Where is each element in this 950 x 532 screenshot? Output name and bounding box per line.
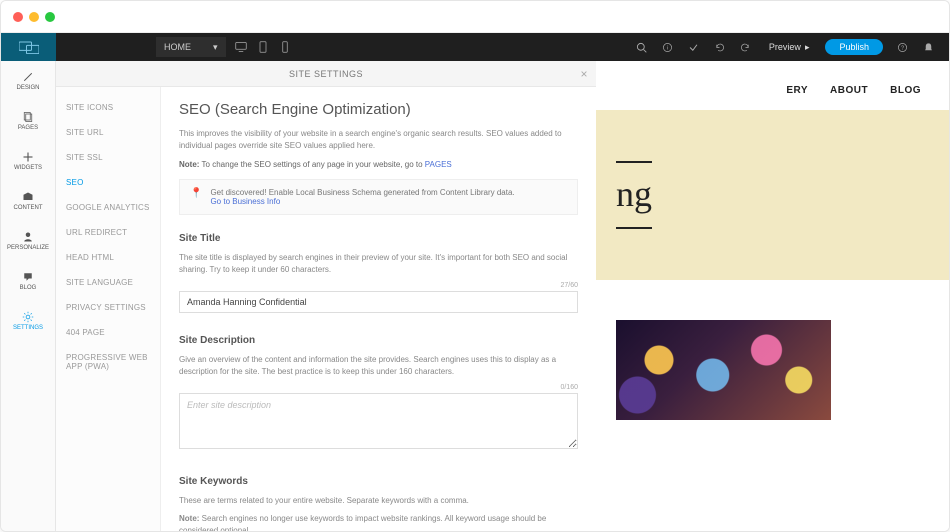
settings-nav-privacy-settings[interactable]: PRIVACY SETTINGS: [56, 295, 160, 320]
site-nav-item[interactable]: ABOUT: [830, 85, 868, 96]
left-nav: DESIGN PAGES WIDGETS CONTENT PERSONALIZE…: [1, 61, 56, 531]
page-selector-label: HOME: [164, 42, 191, 52]
chevron-down-icon: ▾: [213, 42, 218, 53]
settings-nav-site-ssl[interactable]: SITE SSL: [56, 145, 160, 170]
site-title-help: The site title is displayed by search en…: [179, 252, 578, 276]
settings-nav-404-page[interactable]: 404 PAGE: [56, 320, 160, 345]
site-description-input[interactable]: [179, 393, 578, 449]
nav-personalize[interactable]: PERSONALIZE: [1, 221, 55, 261]
topbar-right: i Preview ▸ Publish ?: [629, 33, 949, 61]
nav-pages[interactable]: PAGES: [1, 101, 55, 141]
site-title-block: Site Title The site title is displayed b…: [179, 233, 578, 313]
svg-text:i: i: [667, 45, 668, 51]
settings-nav-head-html[interactable]: HEAD HTML: [56, 245, 160, 270]
device-tablet[interactable]: [252, 37, 274, 57]
settings-nav-site-url[interactable]: SITE URL: [56, 120, 160, 145]
device-desktop[interactable]: [230, 37, 252, 57]
main: DESIGN PAGES WIDGETS CONTENT PERSONALIZE…: [1, 61, 949, 531]
seo-intro: This improves the visibility of your web…: [179, 128, 578, 152]
panel-body: SITE ICONS SITE URL SITE SSL SEO GOOGLE …: [56, 87, 596, 531]
topbar-left: HOME ▾: [156, 37, 296, 57]
business-info-link[interactable]: Go to Business Info: [210, 197, 514, 206]
settings-nav: SITE ICONS SITE URL SITE SSL SEO GOOGLE …: [56, 87, 161, 531]
undo-icon[interactable]: [707, 33, 733, 61]
device-switcher: [230, 37, 296, 57]
site-keywords-label: Site Keywords: [179, 476, 578, 487]
topbar: HOME ▾ i Preview ▸ Publish ?: [1, 33, 949, 61]
panel-title: SITE SETTINGS: [289, 69, 363, 79]
app-window: HOME ▾ i Preview ▸ Publish ?: [0, 0, 950, 532]
site-description-block: Site Description Give an overview of the…: [179, 335, 578, 454]
logo-icon: [19, 40, 39, 54]
site-nav-item[interactable]: ERY: [786, 85, 808, 96]
settings-nav-seo[interactable]: SEO: [56, 170, 160, 195]
site-nav: ERY ABOUT BLOG: [596, 61, 949, 110]
site-title-count: 27/60: [179, 282, 578, 289]
nav-blog[interactable]: BLOG: [1, 261, 55, 301]
panel-header: SITE SETTINGS ×: [56, 61, 596, 87]
nav-design[interactable]: DESIGN: [1, 61, 55, 101]
site-title-input[interactable]: [179, 291, 578, 313]
app-logo[interactable]: [1, 33, 56, 61]
hero-image: [616, 320, 831, 420]
site-preview: ERY ABOUT BLOG ng: [596, 61, 949, 531]
content-area: SITE SETTINGS × SITE ICONS SITE URL SITE…: [56, 61, 949, 531]
business-callout: 📍 Get discovered! Enable Local Business …: [179, 179, 578, 215]
search-icon[interactable]: [629, 33, 655, 61]
window-maximize[interactable]: [45, 12, 55, 22]
hero-text: ng: [616, 161, 652, 229]
preview-label: Preview: [769, 42, 801, 52]
site-keywords-help2: Note: Search engines no longer use keywo…: [179, 513, 578, 531]
settings-nav-google-analytics[interactable]: GOOGLE ANALYTICS: [56, 195, 160, 220]
site-keywords-help1: These are terms related to your entire w…: [179, 495, 578, 507]
site-title-label: Site Title: [179, 233, 578, 244]
help-icon[interactable]: ?: [889, 33, 915, 61]
window-titlebar: [1, 1, 949, 33]
window-close[interactable]: [13, 12, 23, 22]
pin-icon: 📍: [190, 188, 202, 199]
nav-settings[interactable]: SETTINGS: [1, 301, 55, 341]
nav-widgets[interactable]: WIDGETS: [1, 141, 55, 181]
check-icon[interactable]: [681, 33, 707, 61]
hero-banner: ng: [596, 110, 949, 280]
site-nav-item[interactable]: BLOG: [890, 85, 921, 96]
window-minimize[interactable]: [29, 12, 39, 22]
redo-icon[interactable]: [733, 33, 759, 61]
notification-icon[interactable]: [915, 33, 941, 61]
settings-content: SEO (Search Engine Optimization) This im…: [161, 87, 596, 531]
settings-nav-url-redirect[interactable]: URL REDIRECT: [56, 220, 160, 245]
device-mobile[interactable]: [274, 37, 296, 57]
info-icon[interactable]: i: [655, 33, 681, 61]
page-selector[interactable]: HOME ▾: [156, 37, 226, 57]
seo-heading: SEO (Search Engine Optimization): [179, 101, 578, 118]
seo-note: Note: To change the SEO settings of any …: [179, 160, 578, 169]
preview-button[interactable]: Preview ▸: [759, 33, 820, 61]
play-icon: ▸: [805, 42, 810, 53]
settings-panel: SITE SETTINGS × SITE ICONS SITE URL SITE…: [56, 61, 596, 531]
site-description-help: Give an overview of the content and info…: [179, 354, 578, 378]
close-icon[interactable]: ×: [580, 67, 588, 81]
settings-nav-site-icons[interactable]: SITE ICONS: [56, 95, 160, 120]
pages-link[interactable]: PAGES: [425, 160, 452, 169]
publish-button[interactable]: Publish: [825, 39, 883, 55]
site-description-count: 0/160: [179, 384, 578, 391]
settings-nav-site-language[interactable]: SITE LANGUAGE: [56, 270, 160, 295]
callout-text: Get discovered! Enable Local Business Sc…: [210, 188, 514, 197]
svg-text:?: ?: [900, 45, 903, 51]
nav-content[interactable]: CONTENT: [1, 181, 55, 221]
site-description-label: Site Description: [179, 335, 578, 346]
site-keywords-block: Site Keywords These are terms related to…: [179, 476, 578, 531]
settings-nav-pwa[interactable]: PROGRESSIVE WEB APP (PWA): [56, 345, 160, 379]
